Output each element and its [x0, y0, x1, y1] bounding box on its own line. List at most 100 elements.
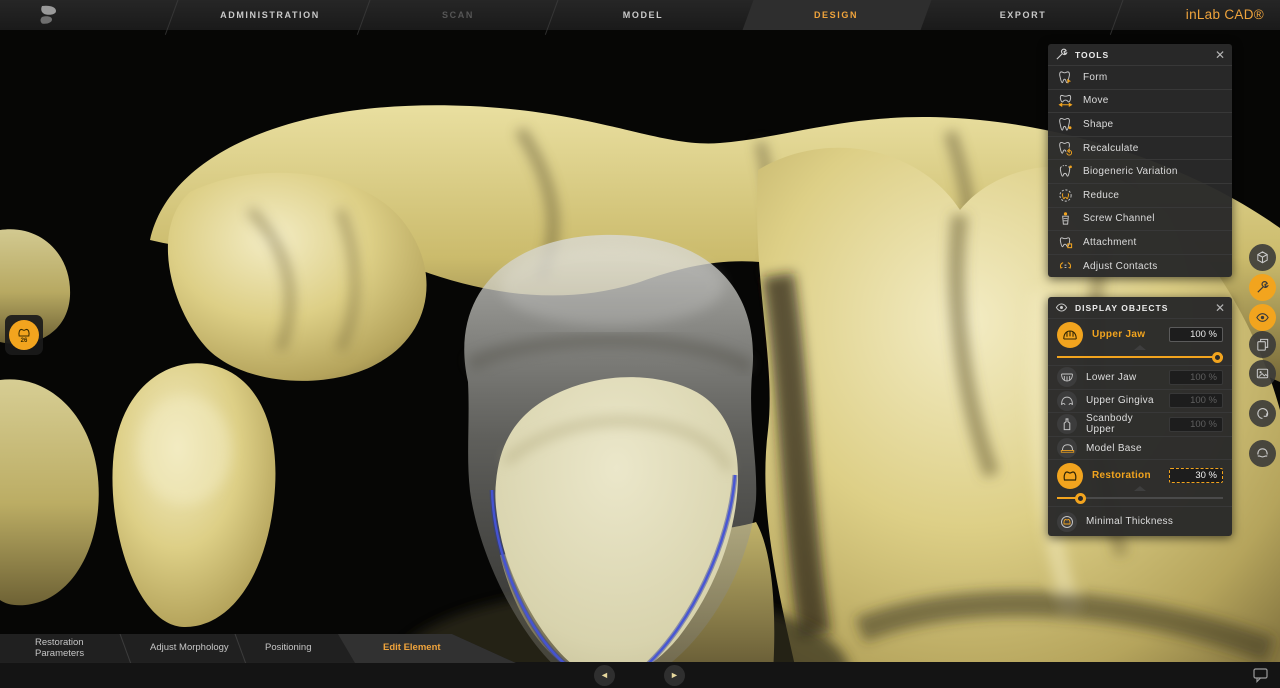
- close-icon[interactable]: ✕: [1215, 302, 1225, 314]
- tool-item-label: Form: [1083, 72, 1108, 83]
- tooth-form-cursor-icon: [1058, 70, 1073, 85]
- wrench-icon: [1255, 280, 1270, 295]
- restoration-opacity-slider[interactable]: [1057, 491, 1223, 506]
- tool-item-label: Screw Channel: [1083, 213, 1155, 224]
- copy-view-icon: [1255, 337, 1270, 352]
- step-edit-element[interactable]: Edit Element: [383, 634, 473, 663]
- close-icon[interactable]: ✕: [1215, 49, 1225, 61]
- restoration-opacity-value[interactable]: 30 %: [1169, 468, 1223, 483]
- occlusal-view-button[interactable]: [1249, 440, 1276, 467]
- step-restoration-parameters[interactable]: Restoration Parameters: [35, 634, 120, 663]
- tooth-recalculate-icon: [1058, 141, 1073, 156]
- tool-item-shape[interactable]: Shape: [1048, 112, 1232, 136]
- tooth-variation-icon: [1058, 164, 1073, 179]
- copy-view-button[interactable]: [1249, 331, 1276, 358]
- tools-panel-header: TOOLS ✕: [1048, 44, 1232, 65]
- lower-jaw-icon: [1057, 367, 1077, 387]
- nav-tab-scan[interactable]: SCAN: [358, 0, 558, 30]
- tool-item-move[interactable]: Move: [1048, 89, 1232, 113]
- scanbody-opacity-value[interactable]: 100 %: [1169, 417, 1223, 432]
- dentsply-sirona-logo: [38, 5, 60, 25]
- display-item-upper-gingiva[interactable]: Upper Gingiva 100 %: [1048, 389, 1232, 413]
- tools-panel-title: TOOLS: [1075, 50, 1208, 60]
- display-item-label: Lower Jaw: [1086, 372, 1160, 383]
- wrench-icon: [1055, 48, 1068, 61]
- tool-item-recalculate[interactable]: Recalculate: [1048, 136, 1232, 160]
- crown-icon: [17, 327, 31, 338]
- restoration-crown-icon: [1057, 463, 1083, 489]
- tool-item-label: Shape: [1083, 119, 1113, 130]
- reset-view-button[interactable]: [1249, 400, 1276, 427]
- screw-channel-icon: [1058, 211, 1073, 226]
- upper-gingiva-icon: [1057, 391, 1077, 411]
- display-panel-header: DISPLAY OBJECTS ✕: [1048, 297, 1232, 318]
- tool-item-label: Reduce: [1083, 190, 1119, 201]
- eye-icon: [1055, 301, 1068, 314]
- tool-item-screw-channel[interactable]: Screw Channel: [1048, 207, 1232, 231]
- step-positioning[interactable]: Positioning: [265, 634, 335, 663]
- workflow-step-bar: Restoration Parameters Adjust Morphology…: [0, 634, 520, 663]
- bottom-toolbar: ◄ ►: [0, 662, 1280, 688]
- view-cube-icon: [1255, 250, 1270, 265]
- restoration-tooth-button[interactable]: 26: [9, 320, 39, 350]
- reset-view-icon: [1255, 406, 1270, 421]
- step-adjust-morphology[interactable]: Adjust Morphology: [150, 634, 230, 663]
- minimal-thickness-icon: [1057, 512, 1077, 532]
- snapshot-icon: [1255, 366, 1270, 381]
- tooth-shape-icon: [1058, 117, 1073, 132]
- tool-item-label: Move: [1083, 95, 1109, 106]
- display-objects-panel: DISPLAY OBJECTS ✕ Upper Jaw 100 %: [1048, 297, 1232, 536]
- slider-knob[interactable]: [1212, 352, 1223, 363]
- display-panel-title: DISPLAY OBJECTS: [1075, 303, 1208, 313]
- nav-tab-model[interactable]: MODEL: [543, 0, 743, 30]
- nav-tab-administration[interactable]: ADMINISTRATION: [170, 0, 370, 30]
- tool-item-attachment[interactable]: Attachment: [1048, 230, 1232, 254]
- model-base-icon: [1057, 438, 1077, 458]
- display-item-minimal-thickness[interactable]: Minimal Thickness: [1048, 506, 1232, 536]
- view-cube-button[interactable]: [1249, 244, 1276, 271]
- adjust-contacts-icon: [1058, 259, 1073, 274]
- tools-panel: TOOLS ✕ Form Move Shape: [1048, 44, 1232, 277]
- display-item-label: Minimal Thickness: [1086, 516, 1223, 527]
- tooth-reduce-icon: [1058, 188, 1073, 203]
- attachment-icon: [1058, 235, 1073, 250]
- tool-item-label: Biogeneric Variation: [1083, 166, 1178, 177]
- tools-toggle-button[interactable]: [1249, 274, 1276, 301]
- tool-item-reduce[interactable]: Reduce: [1048, 183, 1232, 207]
- upper-jaw-icon: [1057, 322, 1083, 348]
- display-item-label: Upper Jaw: [1092, 329, 1160, 340]
- feedback-bubble-icon[interactable]: [1252, 667, 1269, 683]
- tool-item-adjust-contacts[interactable]: Adjust Contacts: [1048, 254, 1232, 278]
- eye-icon: [1255, 310, 1270, 325]
- upper-jaw-opacity-slider[interactable]: [1057, 350, 1223, 365]
- app-brand: inLab CAD®: [1186, 0, 1264, 30]
- tool-item-biogeneric-variation[interactable]: Biogeneric Variation: [1048, 159, 1232, 183]
- scanbody-icon: [1057, 414, 1077, 434]
- slider-knob[interactable]: [1075, 493, 1086, 504]
- previous-step-button[interactable]: ◄: [594, 665, 615, 686]
- top-navigation: ADMINISTRATION SCAN MODEL DESIGN EXPORT …: [0, 0, 1280, 30]
- upper-gingiva-opacity-value[interactable]: 100 %: [1169, 393, 1223, 408]
- display-item-label: Restoration: [1092, 470, 1160, 481]
- tool-item-form[interactable]: Form: [1048, 65, 1232, 89]
- display-item-label: Scanbody Upper: [1086, 413, 1160, 435]
- nav-tab-export[interactable]: EXPORT: [923, 0, 1123, 30]
- display-item-label: Model Base: [1086, 443, 1223, 454]
- display-item-scanbody-upper[interactable]: Scanbody Upper 100 %: [1048, 412, 1232, 436]
- display-objects-toggle-button[interactable]: [1249, 304, 1276, 331]
- next-step-button[interactable]: ►: [664, 665, 685, 686]
- occlusal-view-icon: [1255, 446, 1270, 461]
- tooth-move-icon: [1058, 93, 1073, 108]
- display-item-lower-jaw[interactable]: Lower Jaw 100 %: [1048, 365, 1232, 389]
- nav-tab-design[interactable]: DESIGN: [736, 0, 936, 30]
- display-item-label: Upper Gingiva: [1086, 395, 1160, 406]
- upper-jaw-opacity-value[interactable]: 100 %: [1169, 327, 1223, 342]
- tool-item-label: Attachment: [1083, 237, 1137, 248]
- lower-jaw-opacity-value[interactable]: 100 %: [1169, 370, 1223, 385]
- tooth-number: 26: [21, 338, 28, 344]
- tool-item-label: Recalculate: [1083, 143, 1139, 154]
- display-item-model-base[interactable]: Model Base: [1048, 436, 1232, 460]
- snapshot-button[interactable]: [1249, 360, 1276, 387]
- tooth-number-tag: 26: [5, 315, 43, 355]
- tool-item-label: Adjust Contacts: [1083, 261, 1158, 272]
